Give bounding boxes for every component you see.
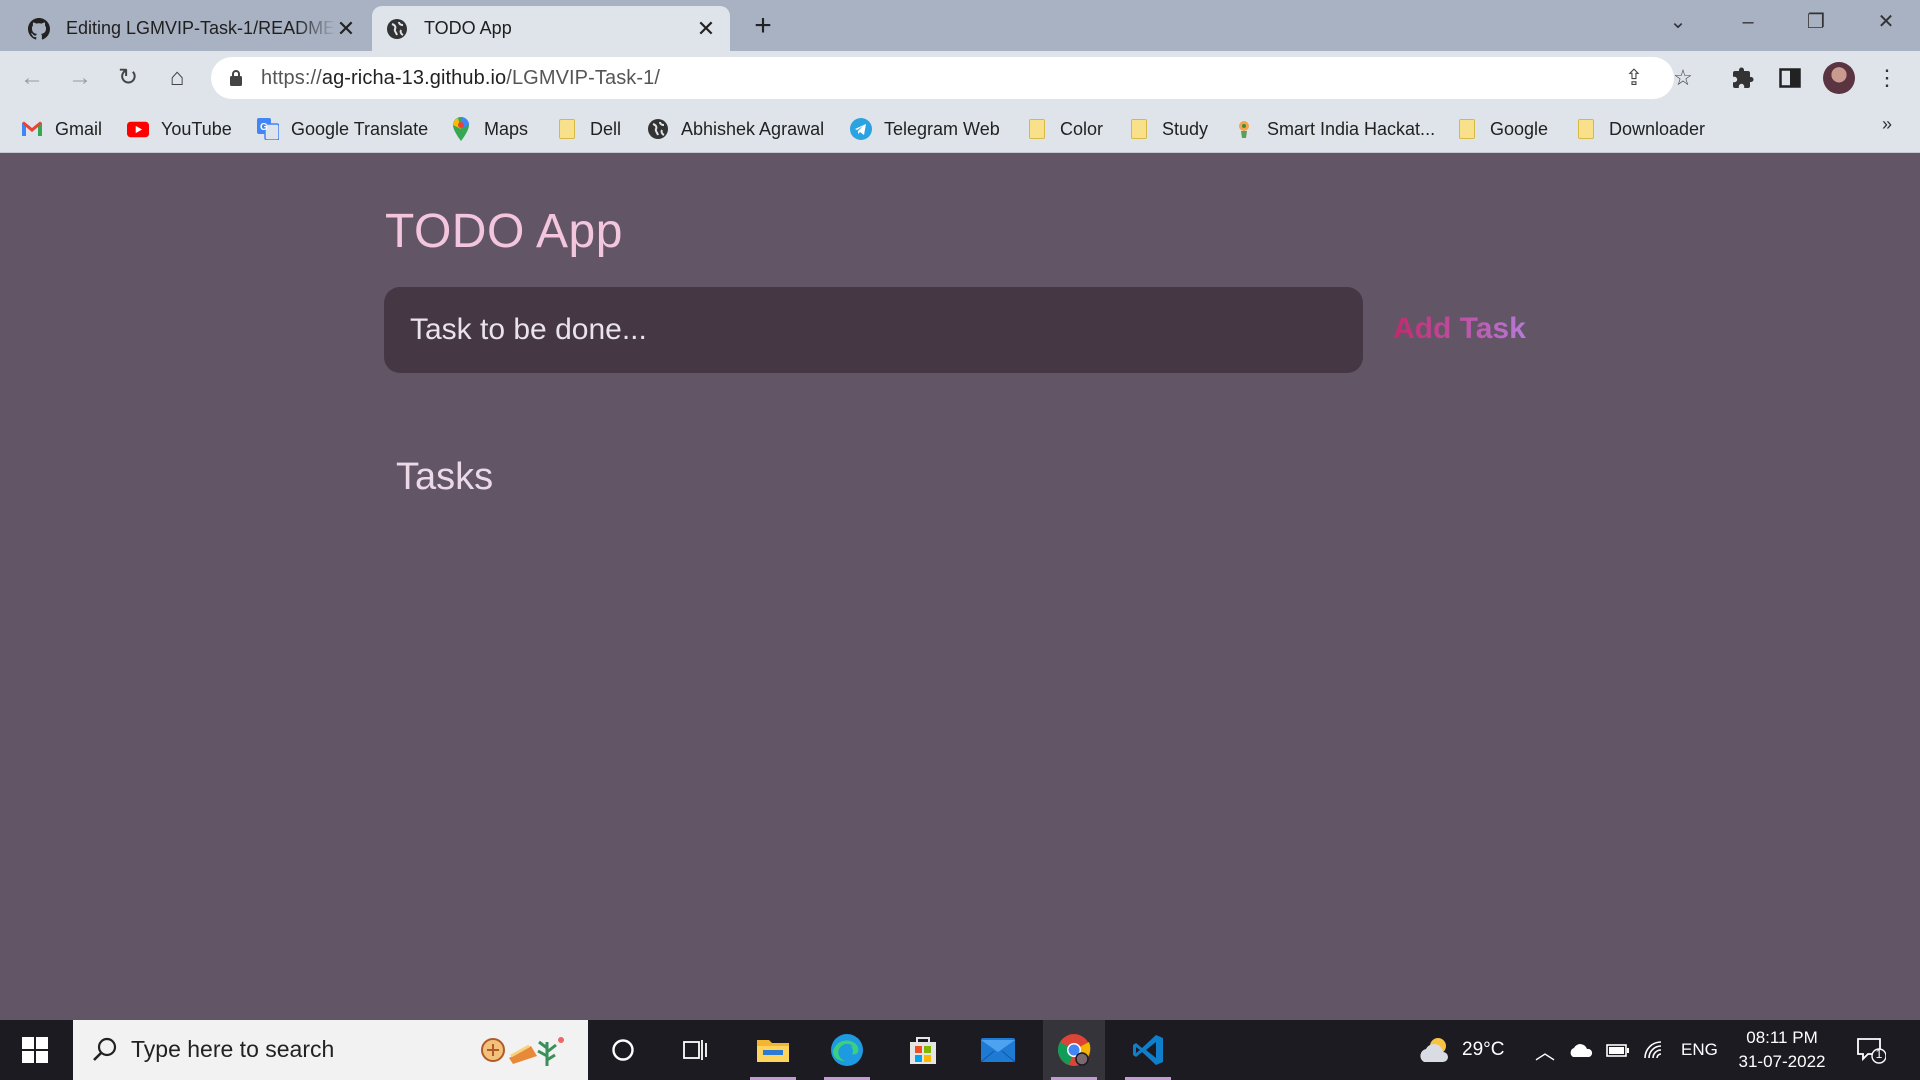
side-panel-icon[interactable] [1775,63,1805,93]
bookmark-youtube[interactable]: YouTube [127,115,232,143]
search-icon [93,1037,117,1061]
cortana-icon[interactable] [592,1020,654,1080]
show-hidden-icons-icon[interactable]: ︿ [1535,1020,1555,1080]
globe-icon [647,118,669,140]
home-button[interactable]: ⌂ [162,63,192,93]
bookmark-gmail[interactable]: Gmail [21,115,102,143]
back-button[interactable]: ← [17,63,47,93]
folder-icon [1026,118,1048,140]
forward-button[interactable]: → [65,63,95,93]
reload-button[interactable]: ↻ [113,63,143,93]
weather-icon [1420,1038,1448,1062]
bookmark-downloader[interactable]: Downloader [1575,115,1705,143]
microsoft-store-icon[interactable] [892,1020,954,1080]
tab-title: Editing LGMVIP-Task-1/README.md [66,18,336,38]
tasks-heading: Tasks [396,456,494,498]
svg-text:G: G [260,122,268,133]
extensions-icon[interactable] [1728,63,1758,93]
windows-taskbar: Type here to search 29°C ︿ ENG 08:11 PM … [0,1020,1920,1080]
notification-count: 1 [1875,1047,1883,1061]
bookmark-telegram-web[interactable]: Telegram Web [850,115,1000,143]
system-clock[interactable]: 08:11 PM 31-07-2022 [1726,1026,1838,1074]
app-title: TODO App [385,205,623,258]
language-indicator[interactable]: ENG [1681,1020,1718,1080]
lock-icon[interactable] [229,69,243,87]
gmail-icon [21,118,43,140]
mail-icon[interactable] [967,1020,1029,1080]
new-tab-button[interactable]: + [748,11,778,42]
telegram-icon [850,118,872,140]
close-tab-icon[interactable]: ✕ [336,16,356,41]
browser-toolbar: ← → ↻ ⌂ https://ag-richa-13.github.io/LG… [0,51,1920,105]
folder-icon [1128,118,1150,140]
search-placeholder: Type here to search [131,1036,335,1062]
tab-editing-readme[interactable]: Editing LGMVIP-Task-1/README.md ✕ [14,6,370,51]
profile-avatar[interactable] [1823,62,1855,94]
github-icon [28,17,50,40]
bookmark-study[interactable]: Study [1128,115,1208,143]
vscode-icon[interactable] [1117,1020,1179,1080]
folder-icon [556,118,578,140]
maps-icon [450,117,472,141]
bookmark-abhishek-agrawal[interactable]: Abhishek Agrawal [647,115,824,143]
bookmarks-overflow-icon[interactable]: » [1882,114,1892,135]
bookmark-google-translate[interactable]: G Google Translate [257,115,428,143]
browser-menu-icon[interactable]: ⋮ [1872,63,1902,93]
url-text[interactable]: https://ag-richa-13.github.io/LGMVIP-Tas… [261,67,660,90]
minimize-button[interactable]: – [1728,8,1768,36]
file-explorer-icon[interactable] [742,1020,804,1080]
tab-search-icon[interactable]: ⌄ [1658,8,1698,36]
bookmark-google[interactable]: Google [1456,115,1548,143]
globe-icon [386,18,408,40]
weather-temperature: 29°C [1462,1039,1505,1060]
tab-todo-app[interactable]: TODO App ✕ [372,6,730,51]
notification-center-icon[interactable]: 1 [1856,1036,1887,1064]
chrome-icon[interactable] [1043,1020,1105,1080]
folder-icon [1456,118,1478,140]
restore-button[interactable]: ❐ [1796,8,1836,36]
browser-tab-strip: Editing LGMVIP-Task-1/README.md ✕ TODO A… [0,0,1920,51]
folder-icon [1575,118,1597,140]
clock-time: 08:11 PM [1746,1028,1818,1047]
task-input[interactable] [384,287,1363,373]
todo-app-page: TODO App Add Task Tasks [0,154,1920,1020]
bookmark-smart-india-hackathon[interactable]: Smart India Hackat... [1233,115,1435,143]
task-view-icon[interactable] [665,1020,727,1080]
battery-icon[interactable] [1606,1020,1630,1080]
bookmark-maps[interactable]: Maps [450,115,528,143]
address-bar[interactable]: https://ag-richa-13.github.io/LGMVIP-Tas… [211,57,1693,99]
weather-widget[interactable]: 29°C [1418,1020,1504,1080]
bookmark-dell[interactable]: Dell [556,115,621,143]
search-highlight-illustration [481,1037,564,1066]
onedrive-icon[interactable] [1568,1020,1594,1080]
bookmark-star-icon[interactable]: ☆ [1670,65,1696,91]
share-icon[interactable]: ⇪ [1621,65,1647,91]
wifi-icon[interactable] [1643,1020,1665,1080]
translate-icon: G [257,118,279,140]
close-tab-icon[interactable]: ✕ [696,16,716,41]
windows-start-icon[interactable] [22,1037,48,1063]
bookmark-color[interactable]: Color [1026,115,1103,143]
add-task-button[interactable]: Add Task [1393,312,1526,346]
tab-title: TODO App [424,18,512,38]
close-window-button[interactable]: ✕ [1866,8,1906,36]
youtube-icon [127,118,149,140]
edge-icon[interactable] [816,1020,878,1080]
taskbar-search[interactable]: Type here to search [73,1020,588,1080]
clock-date: 31-07-2022 [1738,1052,1826,1071]
sih-icon [1233,118,1255,140]
bookmarks-bar: Gmail YouTube G Google Translate Maps De… [0,105,1920,153]
